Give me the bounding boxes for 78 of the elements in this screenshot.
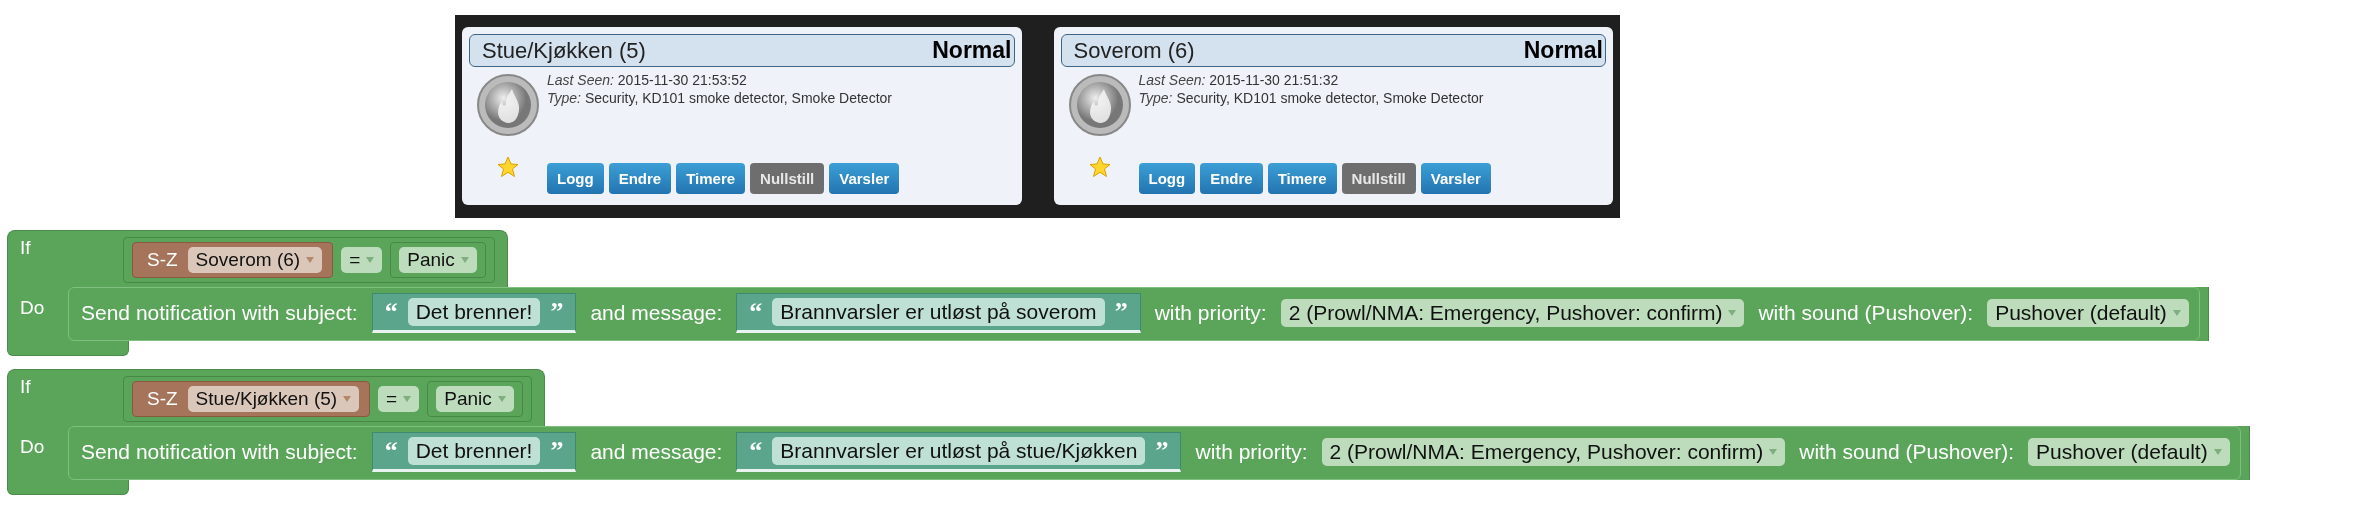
flame-icon: [1067, 73, 1132, 137]
value-block[interactable]: Panic: [390, 242, 486, 278]
priority-dropdown[interactable]: 2 (Prowl/NMA: Emergency, Pushover: confirm): [1321, 438, 1786, 466]
block-label: and message:: [590, 440, 723, 464]
caret-icon: [366, 257, 375, 263]
device-dropdown[interactable]: Soverom (6): [187, 247, 323, 273]
text-block[interactable]: “ Det brenner! ”: [371, 432, 577, 472]
priority-dropdown[interactable]: 2 (Prowl/NMA: Emergency, Pushover: confirm): [1280, 299, 1745, 327]
operator-dropdown[interactable]: =: [378, 386, 420, 412]
if-label: If: [19, 376, 32, 399]
action-button[interactable]: Logg: [1138, 163, 1196, 194]
action-button[interactable]: Timere: [676, 163, 746, 194]
device-prefix: S-Z: [147, 249, 178, 271]
block-label: with sound (Pushover):: [1799, 440, 2015, 464]
close-quote: ”: [550, 441, 564, 461]
do-label: Do: [19, 435, 46, 459]
caret-icon: [2213, 449, 2222, 455]
open-quote: “: [384, 302, 398, 322]
text-field[interactable]: Det brenner!: [407, 437, 541, 465]
last-seen-text: Last Seen: 2015-11-30 21:51:32: [1138, 71, 1340, 89]
action-button[interactable]: Varsler: [1420, 163, 1491, 194]
action-button[interactable]: Endre: [608, 163, 672, 194]
type-text: Type: Security, KD101 smoke detector, Smoke Detector: [547, 89, 893, 107]
text-field[interactable]: Brannvarsler er utløst på stue/Kjøkken: [772, 437, 1146, 465]
device-name: Soverom (6): [1073, 37, 1195, 64]
open-quote: “: [384, 441, 398, 461]
action-button[interactable]: Varsler: [829, 163, 900, 194]
operator-dropdown[interactable]: =: [341, 247, 383, 273]
if-label: If: [19, 237, 32, 260]
do-label: Do: [19, 296, 46, 320]
caret-icon: [497, 396, 506, 402]
action-button[interactable]: Endre: [1200, 163, 1263, 194]
if-block[interactable]: If S-Z Stue/Kjøkken (5) = Panic: [7, 369, 545, 426]
last-seen-text: Last Seen: 2015-11-30 21:53:52: [547, 71, 748, 89]
block-label: Send notification with subject:: [81, 301, 358, 325]
value-dropdown[interactable]: Panic: [399, 247, 477, 273]
caret-icon: [1769, 449, 1778, 455]
notification-block[interactable]: Send notification with subject: “ Det brenner! ” and message: “ Brannvarsler er utløst på soverom ” with priority: 2 (Prowl/NMA: Emergency, Pushover: confirm) with sound (Pushover): Pushover (default): [68, 287, 2200, 341]
text-block[interactable]: “ Brannvarsler er utløst på soverom ”: [736, 293, 1141, 333]
text-field[interactable]: Brannvarsler er utløst på soverom: [772, 298, 1105, 326]
value-block[interactable]: Panic: [427, 381, 523, 417]
close-quote: ”: [550, 302, 564, 322]
star-icon[interactable]: [496, 155, 520, 179]
text-block[interactable]: “ Brannvarsler er utløst på stue/Kjøkken ”: [736, 432, 1182, 472]
device-prefix: S-Z: [147, 388, 178, 410]
device-status: Normal: [1523, 37, 1603, 64]
text-block[interactable]: “ Det brenner! ”: [371, 293, 577, 333]
close-quote: ”: [1155, 441, 1169, 461]
device-block[interactable]: S-Z Stue/Kjøkken (5): [132, 381, 371, 417]
value-dropdown[interactable]: Panic: [436, 386, 514, 412]
star-icon[interactable]: [1087, 155, 1112, 179]
open-quote: “: [749, 441, 763, 461]
caret-icon: [2172, 310, 2181, 316]
type-text: Type: Security, KD101 smoke detector, Smoke Detector: [1138, 89, 1485, 107]
device-name: Stue/Kjøkken (5): [482, 37, 646, 64]
device-block[interactable]: S-Z Soverom (6): [132, 242, 334, 278]
open-quote: “: [749, 302, 763, 322]
caret-icon: [460, 257, 469, 263]
block-label: and message:: [590, 301, 723, 325]
device-dropdown[interactable]: Stue/Kjøkken (5): [187, 386, 360, 412]
block-label: with sound (Pushover):: [1758, 301, 1974, 325]
flame-icon: [476, 73, 540, 137]
caret-icon: [306, 257, 315, 263]
sound-dropdown[interactable]: Pushover (default): [1987, 299, 2189, 327]
device-status: Normal: [932, 37, 1012, 64]
text-field[interactable]: Det brenner!: [407, 298, 541, 326]
caret-icon: [1728, 310, 1737, 316]
sound-dropdown[interactable]: Pushover (default): [2028, 438, 2230, 466]
block-label: Send notification with subject:: [81, 440, 358, 464]
close-quote: ”: [1114, 302, 1128, 322]
action-button[interactable]: Logg: [547, 163, 604, 194]
action-button[interactable]: Timere: [1267, 163, 1337, 194]
block-label: with priority:: [1154, 301, 1267, 325]
caret-icon: [343, 396, 352, 402]
block-label: with priority:: [1195, 440, 1308, 464]
if-block[interactable]: If S-Z Soverom (6) = Panic: [7, 230, 508, 287]
caret-icon: [403, 396, 412, 402]
notification-block[interactable]: [68, 426, 2241, 480]
